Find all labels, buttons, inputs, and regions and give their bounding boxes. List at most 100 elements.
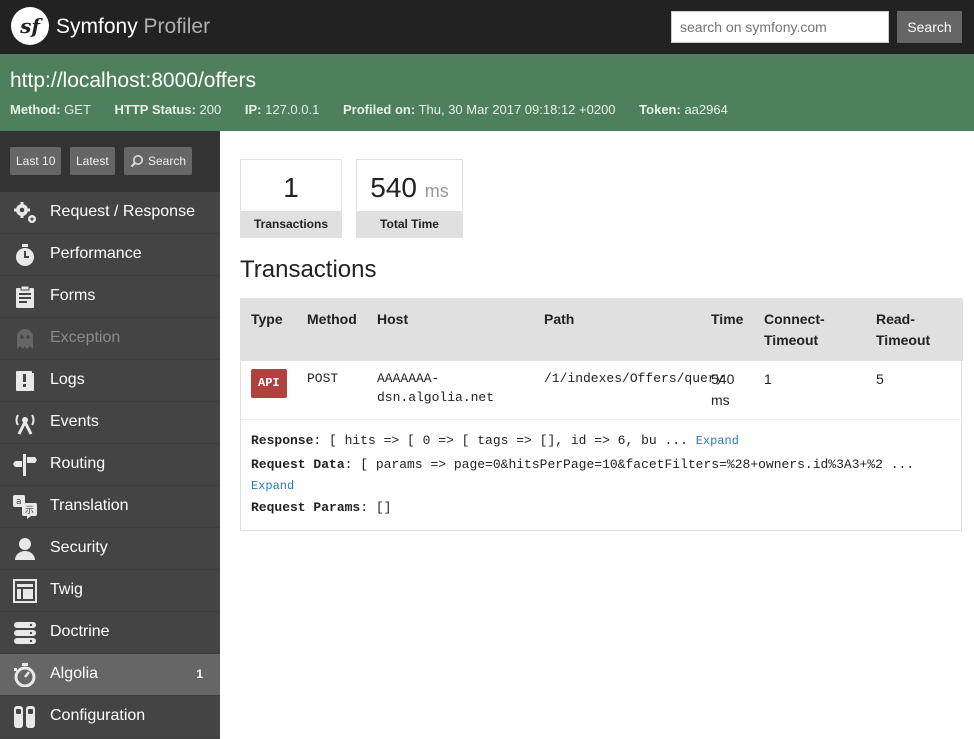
metric-total-time-value: 540 ms: [357, 172, 462, 204]
symfony-logo[interactable]: sf: [11, 7, 49, 45]
cell-method: POST: [307, 371, 339, 386]
meta-profiled: Profiled on: Thu, 30 Mar 2017 09:18:12 +…: [343, 102, 616, 117]
top-bar: sf Symfony Profiler Search: [0, 0, 974, 54]
meta-ip: IP: 127.0.0.1: [245, 102, 319, 117]
menu-item-request-response[interactable]: Request / Response: [0, 192, 220, 234]
meta-ip-value: 127.0.0.1: [265, 102, 320, 117]
table-header-row: Type Method Host Path Time Connect-Timeo…: [241, 299, 963, 361]
cell-path: /1/indexes/Offers/query: [544, 371, 724, 386]
request-data-value: : [ params => page=0&hitsPerPage=10&face…: [344, 457, 915, 472]
antenna-icon: [15, 414, 35, 435]
database-icon: [14, 622, 36, 644]
cell-host: AAAAAAA-dsn.algolia.net: [377, 371, 495, 405]
meta-token-value[interactable]: aa2964: [684, 102, 727, 117]
column-header: Connect-Timeout: [754, 299, 866, 361]
detail-request-params: Request Params: []: [251, 497, 951, 518]
menu-item-configuration[interactable]: Configuration: [0, 696, 220, 738]
request-meta: Method: GET HTTP Status: 200 IP: 127.0.0…: [10, 102, 748, 117]
sidebar-shortcuts: Last 10 Latest Search: [0, 131, 220, 192]
cell-connect-timeout: 1: [764, 371, 772, 387]
table-row: API POST AAAAAAA-dsn.algolia.net /1/inde…: [241, 361, 963, 419]
log-icon: [16, 371, 34, 391]
panel-menu: Request / Response Performance Forms Exc…: [0, 192, 220, 738]
menu-item-algolia[interactable]: Algolia 1: [0, 654, 220, 696]
brand-name: Symfony: [56, 15, 138, 38]
metric-total-time: 540 ms Total Time: [356, 159, 463, 238]
column-header: Read-Timeout: [866, 299, 963, 361]
last-10-button[interactable]: Last 10: [10, 147, 62, 175]
transactions-table: Type Method Host Path Time Connect-Timeo…: [240, 298, 963, 531]
detail-request-data: Request Data: [ params => page=0&hitsPer…: [251, 454, 951, 497]
response-label: Response: [251, 433, 314, 448]
menu-label: Events: [50, 413, 99, 430]
toggles-icon: [14, 706, 35, 728]
menu-item-events[interactable]: Events: [0, 402, 220, 444]
meta-status-value: 200: [199, 102, 222, 117]
clipboard-icon: [16, 285, 34, 308]
symfony-search-input[interactable]: [671, 11, 889, 43]
menu-label: Doctrine: [50, 623, 110, 640]
template-icon: [13, 579, 37, 603]
user-icon: [15, 538, 35, 560]
cell-type: API: [241, 361, 297, 419]
profiles-search-button[interactable]: Search: [124, 147, 193, 175]
menu-item-performance[interactable]: Performance: [0, 234, 220, 276]
total-time-unit: ms: [424, 181, 449, 201]
request-params-value: : []: [360, 500, 392, 515]
menu-label: Twig: [50, 581, 83, 598]
menu-label: Security: [50, 539, 108, 556]
request-url: http://localhost:8000/offers: [10, 69, 256, 92]
transaction-details: Response: [ hits => [ 0 => [ tags => [],…: [241, 419, 961, 530]
menu-label: Algolia: [50, 665, 99, 682]
main-content: 1 Transactions 540 ms Total Time Transac…: [220, 131, 974, 739]
response-expand-link[interactable]: Expand: [696, 434, 739, 448]
request-params-label: Request Params: [251, 500, 361, 515]
transactions-title: Transactions: [240, 256, 377, 283]
menu-item-forms[interactable]: Forms: [0, 276, 220, 318]
request-data-label: Request Data: [251, 457, 345, 472]
menu-label: Configuration: [50, 707, 146, 724]
detail-response: Response: [ hits => [ 0 => [ tags => [],…: [251, 430, 951, 452]
menu-item-doctrine[interactable]: Doctrine: [0, 612, 220, 654]
symfony-search-button[interactable]: Search: [897, 11, 962, 43]
meta-method: Method: GET: [10, 102, 91, 117]
menu-item-translation[interactable]: a 示 Translation: [0, 486, 220, 528]
column-header: Host: [367, 299, 534, 361]
menu-label: Translation: [50, 497, 129, 514]
meta-status: HTTP Status: 200: [115, 102, 222, 117]
metric-transactions: 1 Transactions: [240, 159, 342, 238]
menu-item-security[interactable]: Security: [0, 528, 220, 570]
latest-button[interactable]: Latest: [70, 147, 115, 175]
request-data-expand-link[interactable]: Expand: [251, 479, 294, 493]
menu-item-routing[interactable]: Routing: [0, 444, 220, 486]
metric-transactions-label: Transactions: [241, 211, 341, 237]
stopwatch-icon: [16, 244, 34, 266]
total-time-number: 540: [370, 172, 417, 203]
column-header: Type: [241, 299, 297, 361]
meta-profiled-label: Profiled on:: [342, 102, 416, 117]
sidebar: Last 10 Latest Search Request / Response…: [0, 131, 220, 739]
timer-icon: [14, 663, 36, 687]
algolia-count-badge: 1: [196, 667, 203, 681]
ghost-icon: [17, 329, 33, 349]
translate-icon: a 示: [13, 495, 37, 519]
meta-token-label: Token:: [639, 102, 681, 117]
metric-transactions-value: 1: [283, 172, 299, 203]
meta-status-label: HTTP Status:: [114, 102, 196, 117]
menu-label: Routing: [50, 455, 106, 472]
meta-token: Token: aa2964: [639, 102, 728, 117]
gears-icon: [14, 202, 36, 223]
menu-item-twig[interactable]: Twig: [0, 570, 220, 612]
signpost-icon: [13, 454, 37, 476]
cell-read-timeout: 5: [876, 371, 884, 387]
column-header: Method: [297, 299, 367, 361]
brand-title[interactable]: Symfony Profiler: [56, 15, 210, 39]
meta-method-value: GET: [64, 102, 91, 117]
profiles-search-label: Search: [148, 154, 187, 168]
type-badge: API: [251, 369, 287, 398]
menu-label: Logs: [50, 371, 85, 388]
meta-method-label: Method:: [10, 102, 61, 117]
meta-profiled-value: Thu, 30 Mar 2017 09:18:12 +0200: [418, 102, 616, 117]
menu-item-logs[interactable]: Logs: [0, 360, 220, 402]
brand-subtitle: Profiler: [143, 15, 211, 38]
